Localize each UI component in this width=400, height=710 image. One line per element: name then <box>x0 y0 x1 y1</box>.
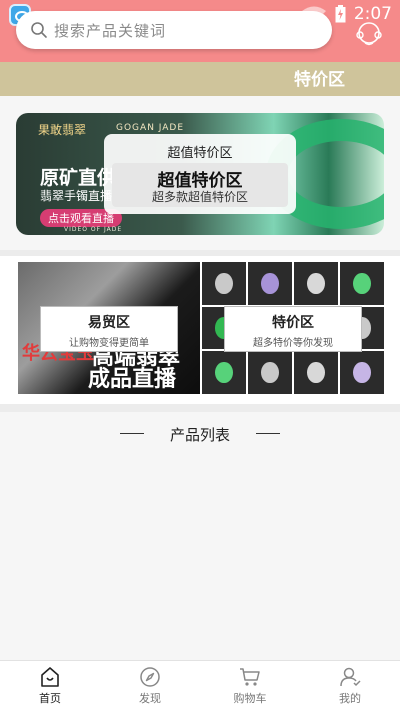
product-list-title: 产品列表 <box>169 426 230 444</box>
promo-subtitle: 让购物变得更简单 <box>69 338 149 349</box>
divider <box>0 404 400 412</box>
banner-brand: 果敢翡翠 <box>38 123 87 137</box>
product-list-header: 产品列表 <box>0 420 400 448</box>
jade-thumb <box>202 351 246 394</box>
top-header: 搜索产品关键词 2:07 <box>0 0 400 62</box>
jade-thumb <box>340 351 384 394</box>
chat-icon[interactable] <box>355 20 383 46</box>
battery-charging-icon <box>335 5 346 23</box>
promo-title: 易贸区 <box>88 315 130 331</box>
cart-icon <box>240 668 260 686</box>
wifi-icon <box>301 6 326 23</box>
banner-brand-en: GOGAN JADE <box>116 123 185 133</box>
nav-label: 购物车 <box>233 692 267 705</box>
nav-label: 发现 <box>139 692 161 705</box>
promo-card: 特价区 超多特价等你发现 <box>224 306 362 352</box>
search-icon <box>31 22 47 38</box>
special-offer-desc: 超多款超值特价区 <box>151 190 248 204</box>
promo-tile-easy-trade[interactable]: 华云宝玉 高端翡翠 成品直播 易贸区 让购物变得更简单 <box>18 262 200 394</box>
promo-card: 易贸区 让购物变得更简单 <box>40 306 178 352</box>
promo-tile-special[interactable]: 特价区 超多特价等你发现 <box>202 262 384 394</box>
tile-bg-text-2: 成品直播 <box>88 367 177 392</box>
nav-item-home[interactable]: 首页 <box>0 661 100 710</box>
bottom-nav: 首页 发现 购物车 我的 <box>0 660 400 710</box>
banner-subline: 翡翠手镯直播 <box>40 189 113 203</box>
nav-label: 首页 <box>39 692 61 705</box>
section-bar: 特价区 <box>0 62 400 96</box>
jade-thumb <box>294 262 338 305</box>
jade-thumb <box>248 351 292 394</box>
jade-thumb <box>248 262 292 305</box>
search-placeholder: 搜索产品关键词 <box>54 21 167 40</box>
jade-thumb <box>294 351 338 394</box>
jade-thumb <box>202 262 246 305</box>
home-icon <box>41 667 59 687</box>
user-icon <box>340 667 361 687</box>
nav-label: 我的 <box>339 692 361 705</box>
special-offer-title: 超值特价区 <box>167 146 233 161</box>
nav-item-me[interactable]: 我的 <box>300 661 400 710</box>
special-offer-inner: 超值特价区 超多款超值特价区 <box>112 163 288 207</box>
special-offer-card[interactable]: 超值特价区 超值特价区 超多款超值特价区 <box>104 134 296 214</box>
promo-title: 特价区 <box>272 315 314 331</box>
search-bar[interactable]: 搜索产品关键词 <box>16 11 332 49</box>
promo-subtitle: 超多特价等你发现 <box>253 338 333 349</box>
nav-item-discover[interactable]: 发现 <box>100 661 200 710</box>
section-title: 特价区 <box>294 70 345 90</box>
jade-thumb <box>340 262 384 305</box>
banner-footer: VIDEO OF JADE <box>64 226 123 233</box>
header-line-right <box>256 433 280 434</box>
compass-icon <box>140 667 160 687</box>
nav-item-cart[interactable]: 购物车 <box>200 661 300 710</box>
